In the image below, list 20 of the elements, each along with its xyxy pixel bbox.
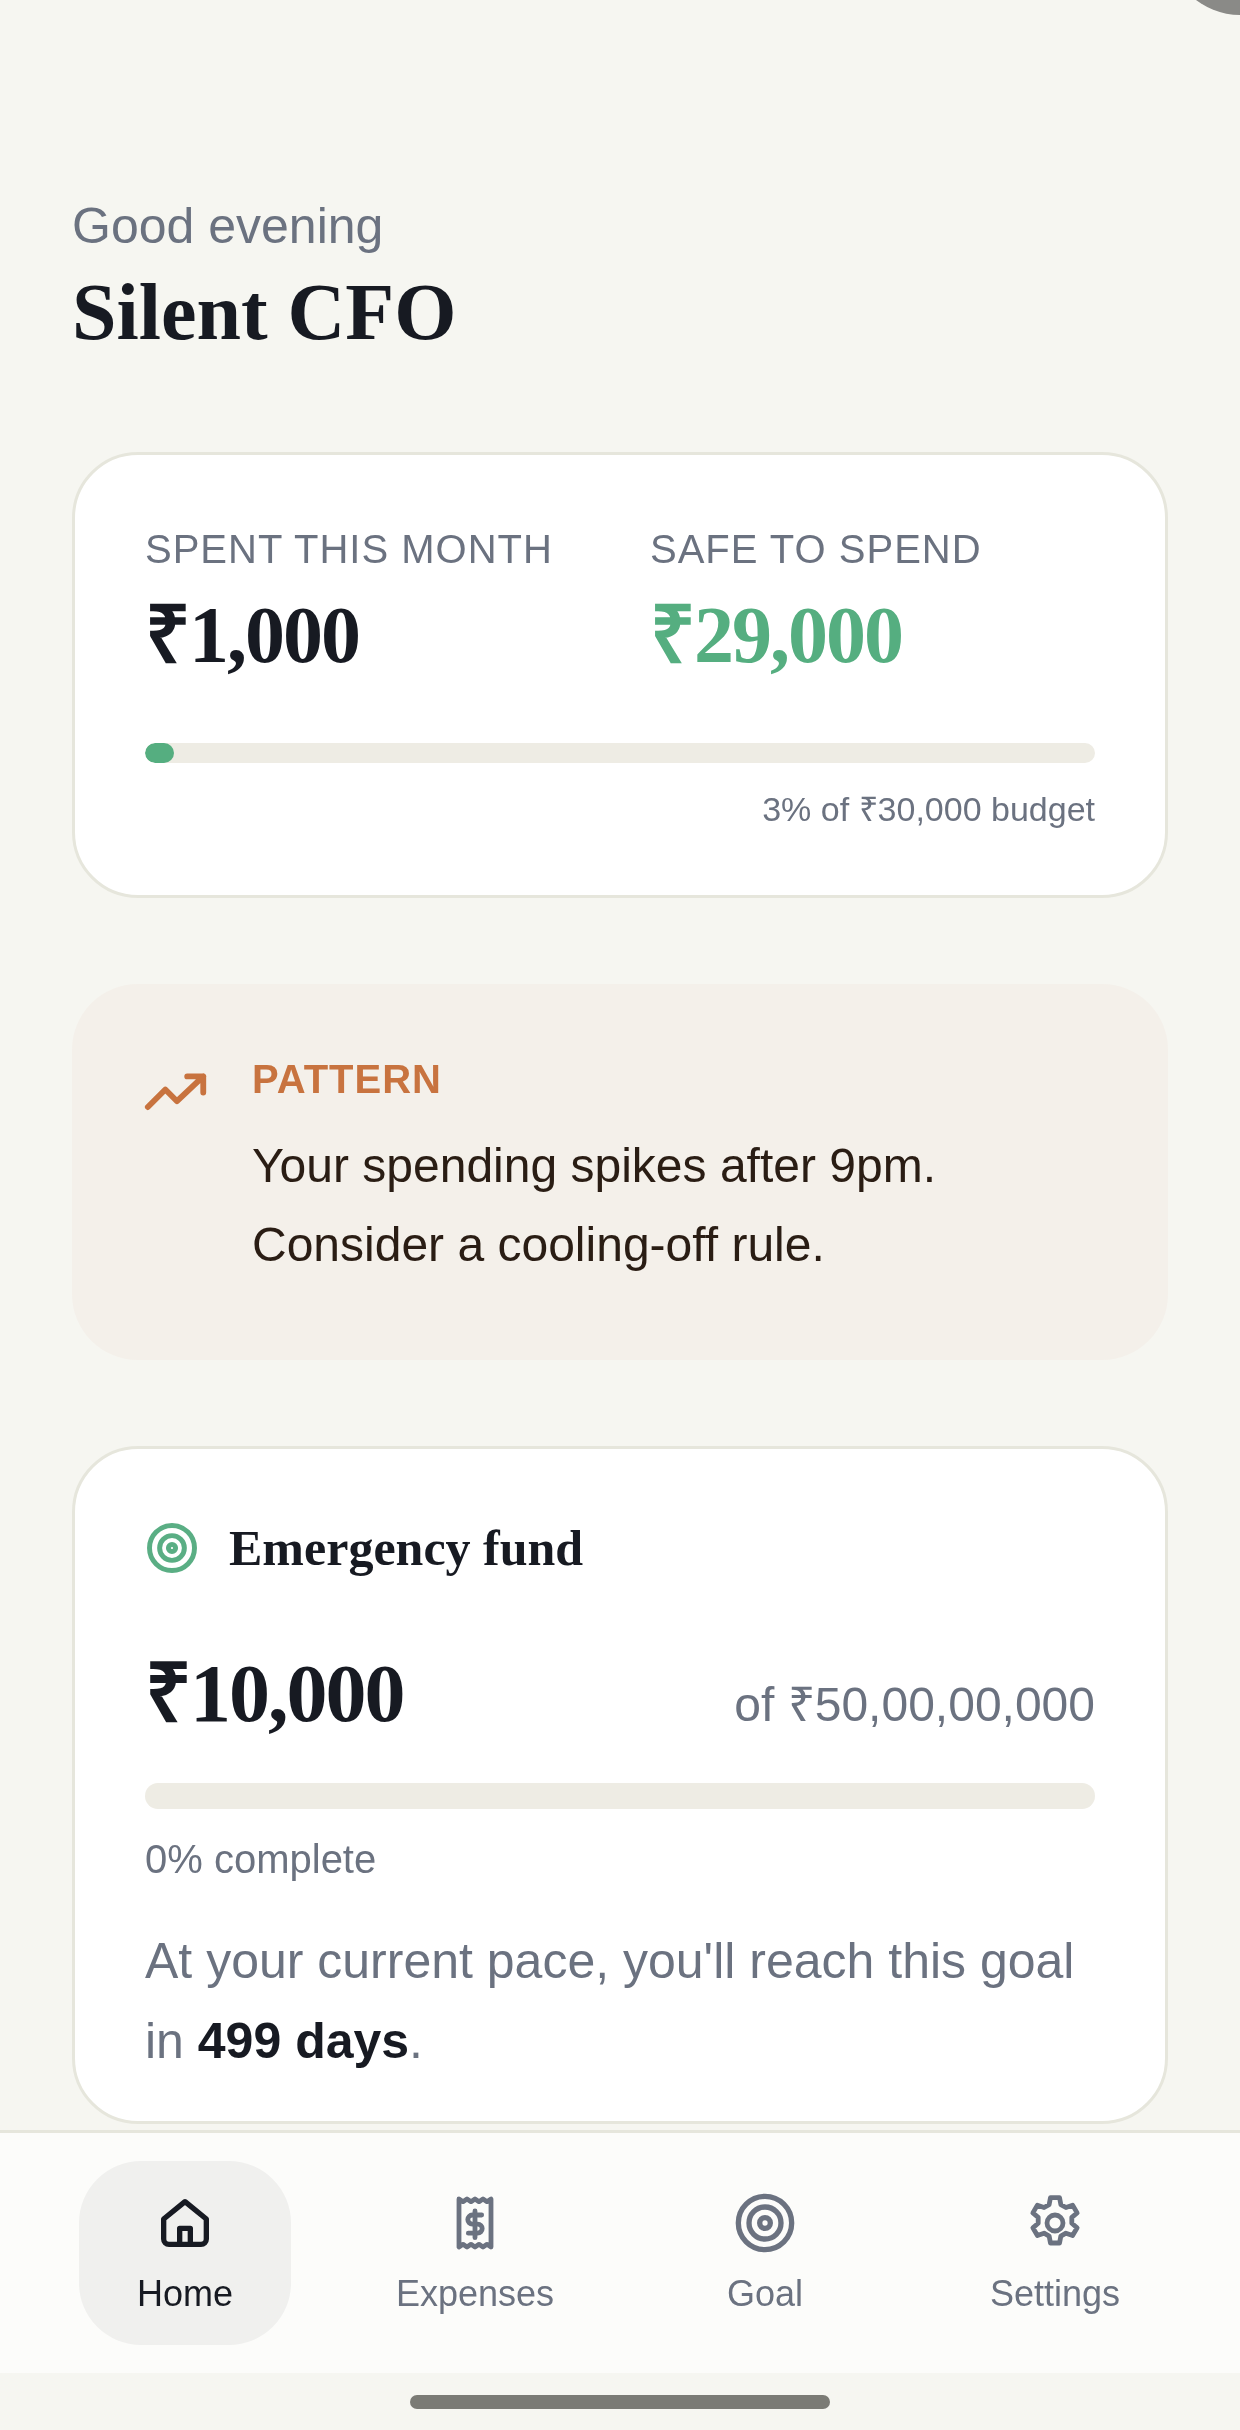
stat-label: SAFE TO SPEND bbox=[650, 526, 982, 573]
goal-caption: 0% complete bbox=[145, 1837, 378, 1881]
greeting-text: Good evening bbox=[72, 197, 385, 256]
target-icon bbox=[145, 1521, 199, 1575]
nav-tab[interactable]: Goal bbox=[659, 2161, 871, 2345]
goal-message: At your current pace, you'll reach this goal in 499 days. bbox=[145, 1932, 1076, 2071]
stat-value: ₹29,000 bbox=[650, 590, 903, 681]
nav-tab[interactable]: Expenses bbox=[369, 2161, 581, 2345]
nav-tab[interactable]: Settings bbox=[949, 2161, 1161, 2345]
target-icon bbox=[733, 2191, 797, 2255]
insight-text: Your spending spikes after 9pm. Consider a cooling-off rule. bbox=[252, 1138, 937, 1273]
budget-caption: 3% of ₹30,000 budget bbox=[761, 789, 1095, 830]
goal-title: Emergency fund bbox=[229, 1519, 584, 1577]
stat-value: ₹1,000 bbox=[145, 590, 360, 681]
stat-label: SPENT THIS MONTH bbox=[145, 526, 554, 573]
app-title: Silent CFO bbox=[72, 267, 458, 358]
goal-amount: ₹10,000 bbox=[145, 1647, 404, 1741]
insight-label: PATTERN bbox=[252, 1056, 443, 1103]
nav-tab[interactable]: Home bbox=[79, 2161, 291, 2345]
goal-target: of ₹50,00,00,000 bbox=[734, 1677, 1095, 1733]
